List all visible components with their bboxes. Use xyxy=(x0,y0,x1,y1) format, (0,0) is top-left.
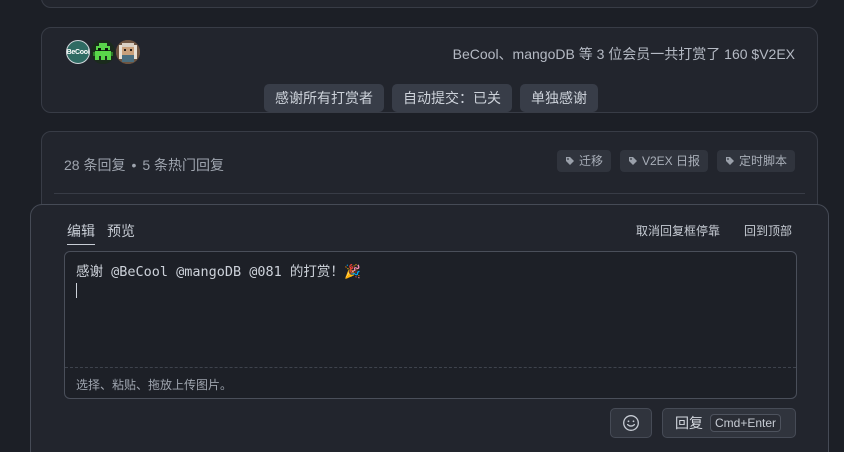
tag-chip[interactable]: 定时脚本 xyxy=(716,150,795,172)
reply-count: 28 条回复 • 5 条热门回复 xyxy=(64,155,224,175)
tag-icon xyxy=(565,157,574,165)
upload-hint: 选择、粘贴、拖放上传图片。 xyxy=(76,378,233,392)
divider xyxy=(54,193,805,194)
pixel-invader-icon xyxy=(91,40,115,64)
previous-card xyxy=(41,0,818,8)
upload-dropzone[interactable]: 选择、粘贴、拖放上传图片。 xyxy=(65,367,796,398)
editor-tabs: 编辑 预览 xyxy=(67,221,135,245)
tag-icon xyxy=(628,157,637,165)
tag-label: V2EX 日报 xyxy=(641,154,700,168)
reply-total: 28 条回复 xyxy=(64,157,126,173)
tag-chip[interactable]: V2EX 日报 xyxy=(619,150,708,172)
thank-all-button[interactable]: 感谢所有打赏者 xyxy=(264,84,384,112)
tag-icon xyxy=(725,157,734,165)
separator: • xyxy=(131,157,137,173)
avatar[interactable] xyxy=(116,40,140,64)
reply-editor: 编辑 预览 取消回复框停靠 回到顶部 感谢 @BeCool @mangoDB @… xyxy=(30,204,829,452)
editor-links: 取消回复框停靠 回到顶部 xyxy=(636,222,792,239)
avatar-label: BeCool xyxy=(66,48,90,56)
tab-preview[interactable]: 预览 xyxy=(107,221,135,245)
tag-label: 定时脚本 xyxy=(738,154,787,168)
avatar[interactable] xyxy=(91,40,115,64)
tag-label: 迁移 xyxy=(578,154,603,168)
undock-editor-link[interactable]: 取消回复框停靠 xyxy=(636,222,720,239)
text-cursor xyxy=(76,283,77,298)
submit-label: 回复 xyxy=(675,415,703,431)
reply-text-content: 感谢 @BeCool @mangoDB @081 的打赏！ xyxy=(76,264,344,280)
tip-summary-text: BeCool、mangoDB 等 3 位会员一共打赏了 160 $V2EX xyxy=(452,46,795,62)
hot-reply-count[interactable]: 5 条热门回复 xyxy=(142,157,224,173)
emoji-picker-button[interactable] xyxy=(610,408,652,438)
party-popper-emoji: 🎉 xyxy=(343,264,361,280)
tip-actions: 感谢所有打赏者 自动提交：已关 单独感谢 xyxy=(264,84,598,112)
reply-text: 感谢 @BeCool @mangoDB @081 的打赏！🎉 xyxy=(76,262,361,302)
tab-edit[interactable]: 编辑 xyxy=(67,221,95,245)
back-to-top-link[interactable]: 回到顶部 xyxy=(744,222,792,239)
topic-tags: 迁移 V2EX 日报 定时脚本 xyxy=(556,150,795,172)
shortcut-hint: Cmd+Enter xyxy=(710,414,782,432)
tip-summary-card: BeCool BeCool、mangoDB 等 3 位会员一共打赏了 160 $… xyxy=(41,27,818,113)
tag-chip[interactable]: 迁移 xyxy=(556,150,611,172)
reply-textarea[interactable]: 感谢 @BeCool @mangoDB @081 的打赏！🎉 选择、粘贴、拖放上… xyxy=(64,251,797,399)
pixel-portrait-icon xyxy=(116,40,140,64)
auto-submit-toggle[interactable]: 自动提交：已关 xyxy=(392,84,512,112)
smiley-icon xyxy=(623,415,639,431)
thank-individual-button[interactable]: 单独感谢 xyxy=(520,84,598,112)
tipper-avatars: BeCool xyxy=(66,40,140,64)
avatar[interactable]: BeCool xyxy=(66,40,90,64)
submit-reply-button[interactable]: 回复 Cmd+Enter xyxy=(662,408,796,438)
